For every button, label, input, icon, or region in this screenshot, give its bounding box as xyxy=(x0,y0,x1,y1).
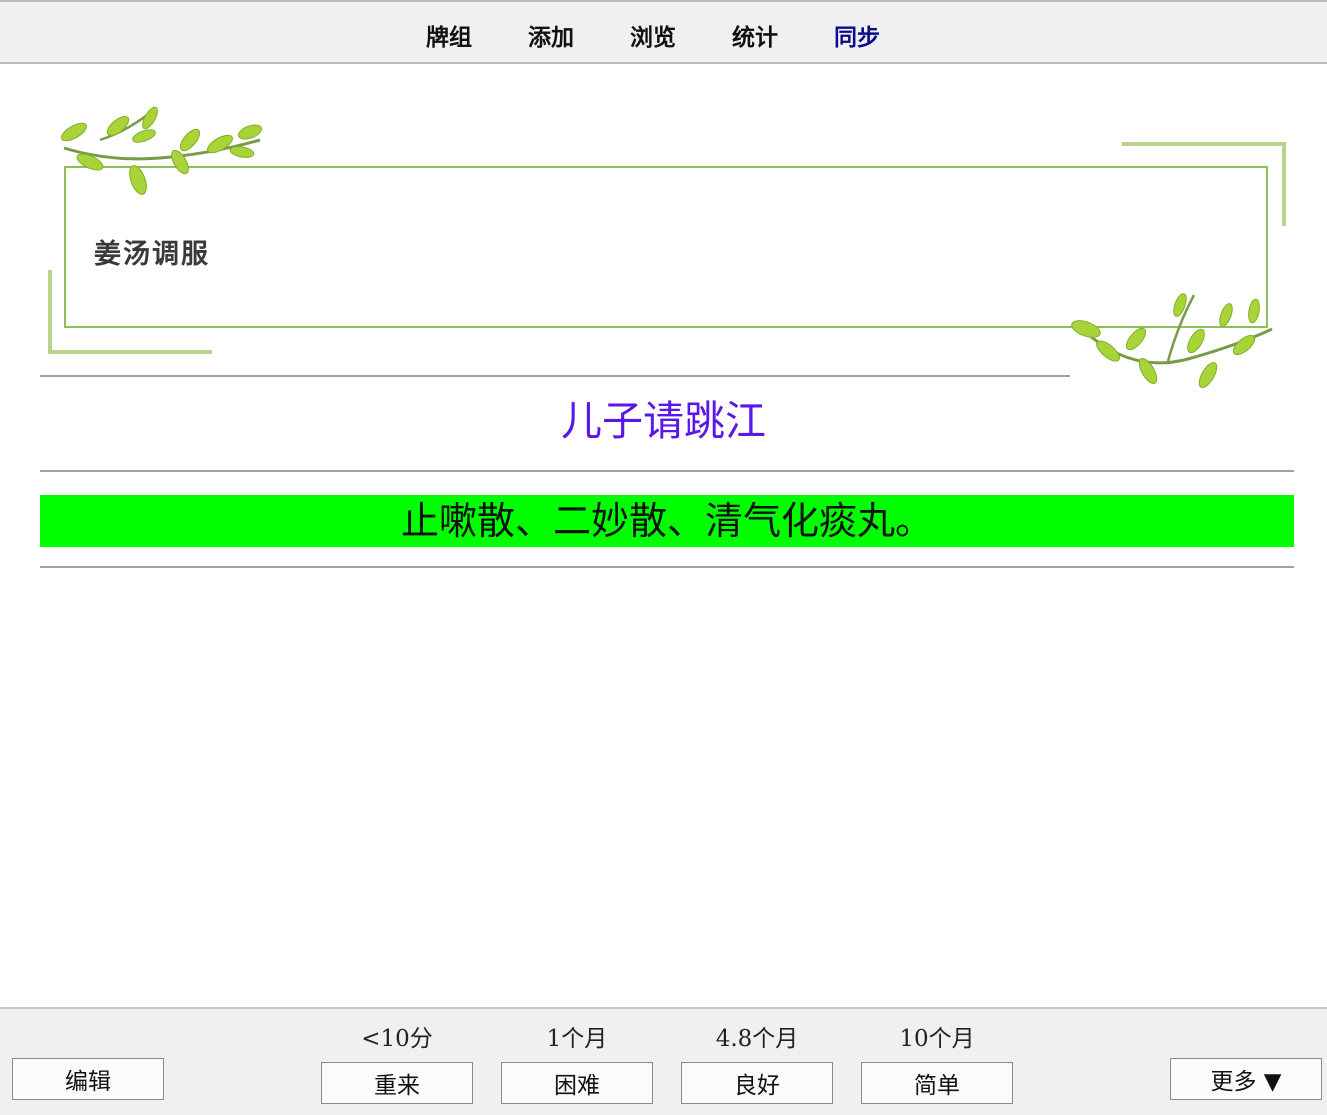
divider xyxy=(40,566,1294,568)
top-menu-bar: 牌组 添加 浏览 统计 同步 xyxy=(0,0,1327,64)
frame-corner-decoration xyxy=(48,350,212,354)
interval-hard: 1个月 xyxy=(546,1026,608,1052)
divider xyxy=(40,470,1294,472)
more-button[interactable]: 更多 ▼ xyxy=(1170,1058,1322,1100)
interval-easy: 10个月 xyxy=(899,1026,975,1052)
answer-text: 止嗽散、二妙散、清气化痰丸。 xyxy=(400,499,933,543)
good-button[interactable]: 良好 xyxy=(681,1062,833,1104)
interval-again: <10分 xyxy=(361,1026,433,1052)
bottom-bar xyxy=(0,1007,1327,1115)
nav-decks[interactable]: 牌组 xyxy=(426,18,472,52)
nav-stats[interactable]: 统计 xyxy=(732,18,778,52)
nav-browse[interactable]: 浏览 xyxy=(630,18,676,52)
easy-button[interactable]: 简单 xyxy=(861,1062,1013,1104)
nav-add[interactable]: 添加 xyxy=(528,18,574,52)
hard-button[interactable]: 困难 xyxy=(501,1062,653,1104)
answer-highlight: 止嗽散、二妙散、清气化痰丸。 xyxy=(40,495,1294,547)
leaf-vine-icon xyxy=(61,106,262,195)
answer-title: 儿子请跳江 xyxy=(561,397,766,445)
divider xyxy=(40,375,1070,377)
nav-sync[interactable]: 同步 xyxy=(834,18,880,52)
question-text: 姜汤调服 xyxy=(94,239,210,270)
frame-corner-decoration xyxy=(48,270,52,354)
leaf-vine-icon xyxy=(1071,293,1273,388)
frame-corner-decoration xyxy=(1282,142,1286,226)
interval-good: 4.8个月 xyxy=(715,1026,799,1052)
edit-button[interactable]: 编辑 xyxy=(12,1058,164,1100)
again-button[interactable]: 重来 xyxy=(321,1062,473,1104)
frame-corner-decoration xyxy=(1122,142,1286,146)
